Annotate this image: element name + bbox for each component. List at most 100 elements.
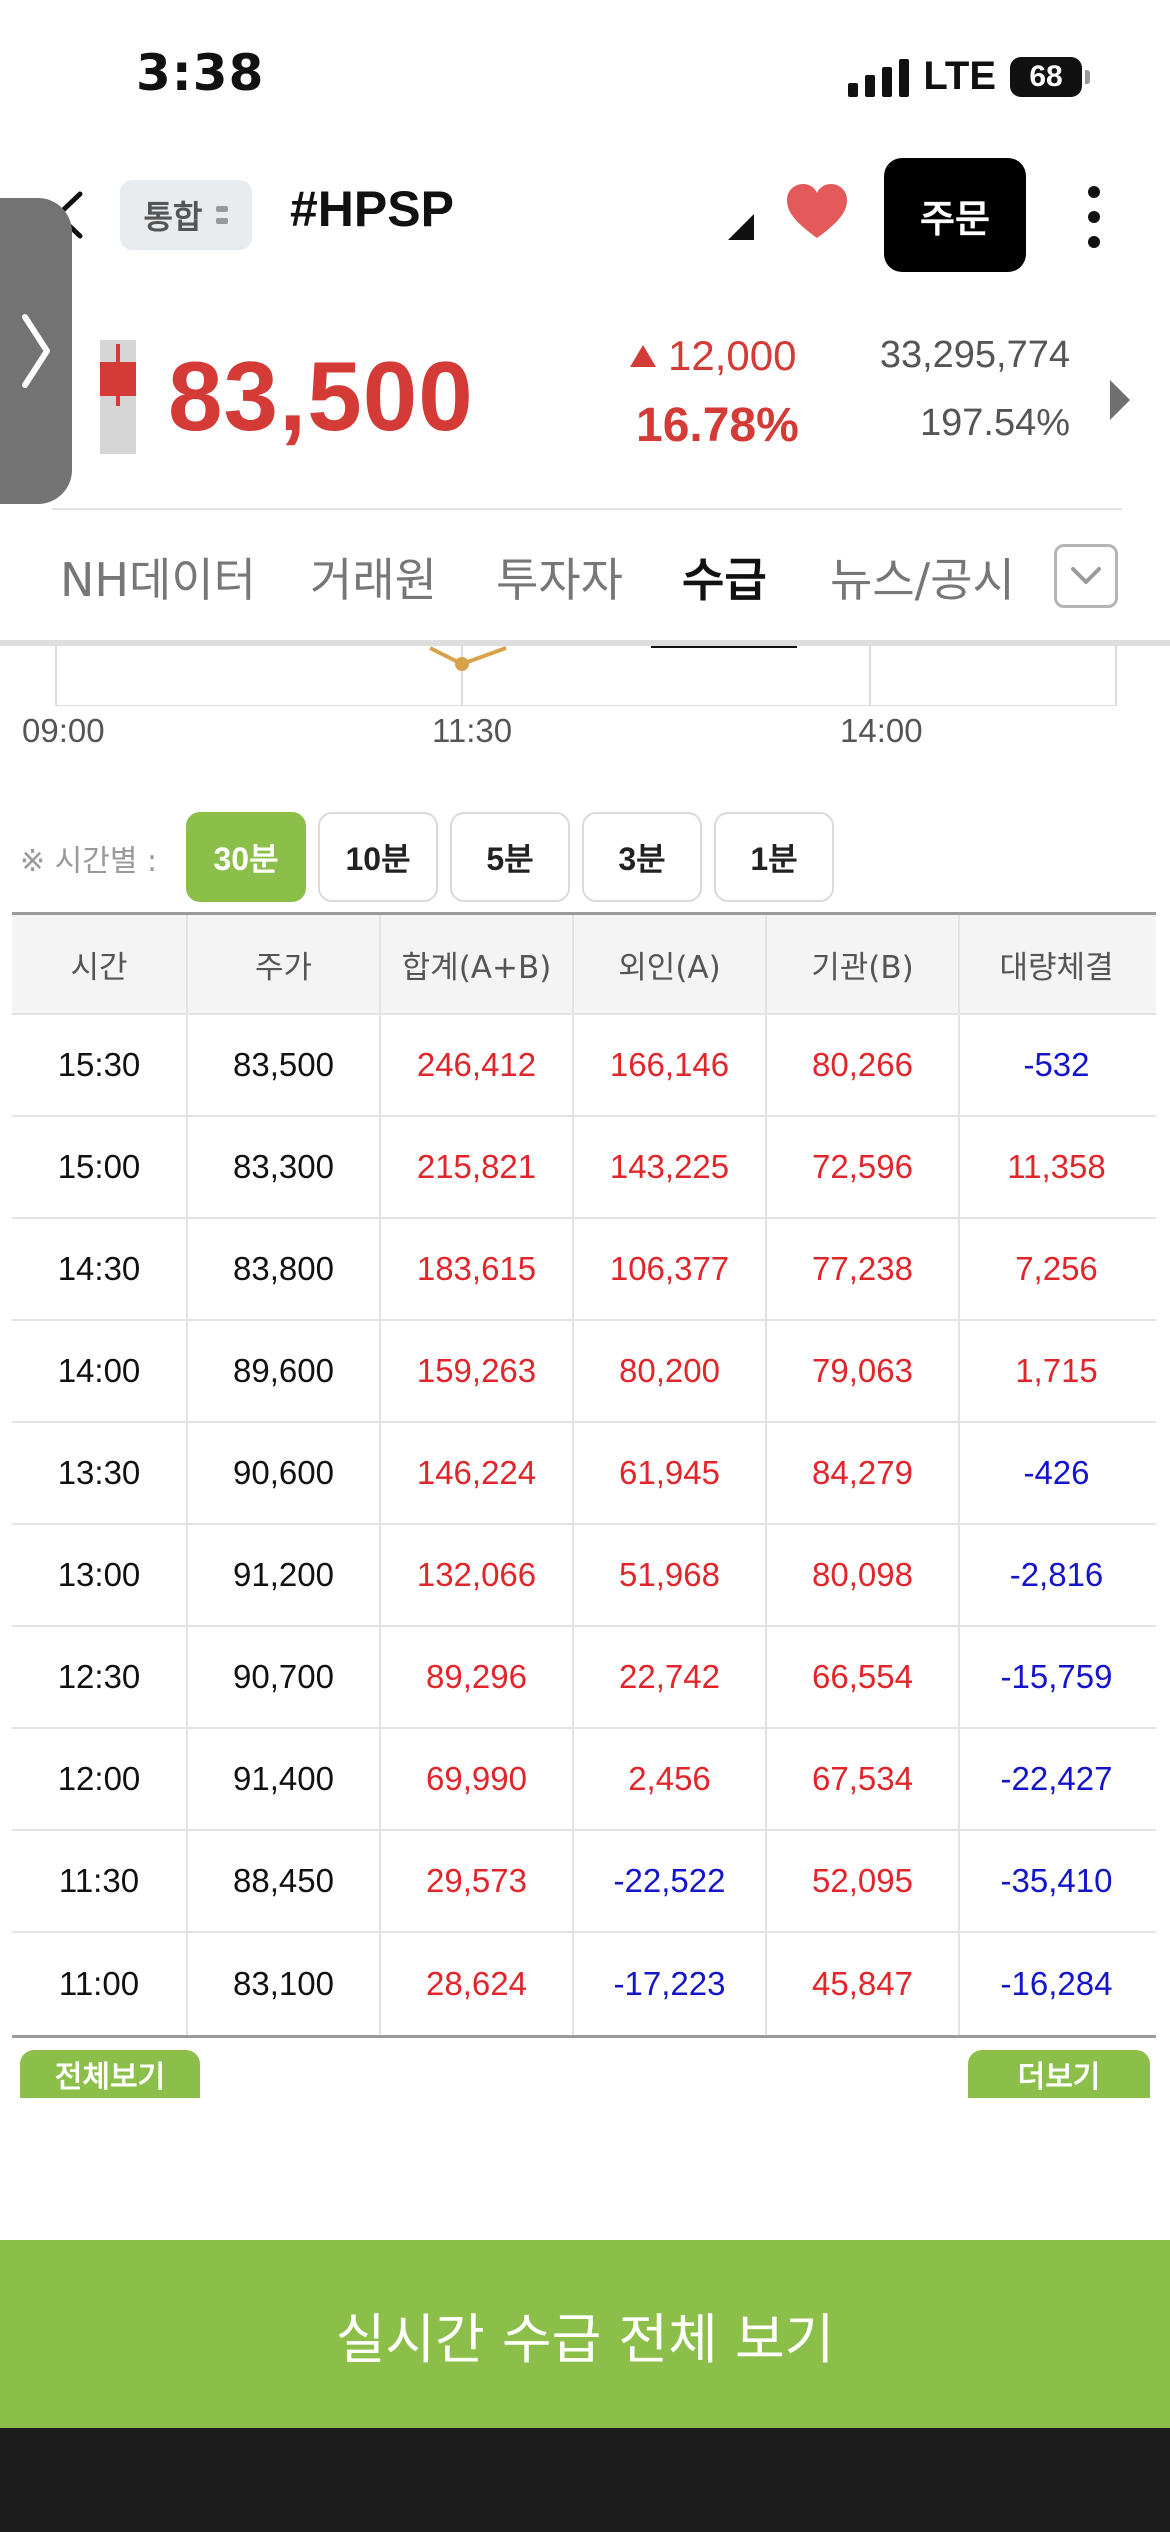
tab-news[interactable]: 뉴스/공시: [830, 544, 1015, 610]
status-indicators: LTE 68: [848, 54, 1090, 99]
up-triangle-icon: [630, 345, 656, 367]
table-cell: 14:00: [12, 1321, 188, 1421]
interval-5m-button[interactable]: 5분: [450, 812, 570, 902]
table-cell: 66,554: [767, 1627, 960, 1727]
table-header: 시간 주가 합계(A+B) 외인(A) 기관(B) 대량체결: [12, 915, 1156, 1015]
interval-3m-button[interactable]: 3분: [582, 812, 702, 902]
table-cell: 13:00: [12, 1525, 188, 1625]
table-cell: 83,300: [188, 1117, 381, 1217]
table-cell: 146,224: [381, 1423, 574, 1523]
table-cell: -2,816: [1009, 1556, 1104, 1593]
table-row: 11:00 83,100 28,624 -17,223 45,847 -16,284: [12, 1933, 1156, 2035]
table-cell: 45,847: [767, 1933, 960, 2035]
table-cell: 77,238: [767, 1219, 960, 1319]
stock-name[interactable]: #HPSP: [290, 180, 454, 238]
table-cell: 84,279: [767, 1423, 960, 1523]
table-cell: -426: [1023, 1454, 1090, 1491]
table-cell: 72,596: [767, 1117, 960, 1217]
table-row: 13:30 90,600 146,224 61,945 84,279 -426: [12, 1423, 1156, 1525]
column-header: 기관(B): [767, 915, 960, 1013]
table-cell: 246,412: [381, 1015, 574, 1115]
status-time: 3:38: [136, 44, 265, 102]
change-value: 12,000: [668, 332, 797, 379]
table-cell: -17,223: [574, 1933, 767, 2035]
table-cell: 7,256: [1015, 1250, 1098, 1287]
tab-expand-button[interactable]: [1054, 544, 1118, 608]
chevron-right-icon: [22, 314, 50, 388]
table-cell: 1,715: [1015, 1352, 1098, 1389]
interval-label: ※ 시간별 :: [20, 844, 158, 879]
table-cell: 89,600: [188, 1321, 381, 1421]
table-cell: 80,266: [767, 1015, 960, 1115]
table-cell: 90,700: [188, 1627, 381, 1727]
heart-icon[interactable]: [785, 182, 849, 242]
table-row: 11:30 88,450 29,573 -22,522 52,095 -35,410: [12, 1831, 1156, 1933]
table-cell: 132,066: [381, 1525, 574, 1625]
table-cell: 29,573: [381, 1831, 574, 1931]
chart-frame: [55, 646, 1117, 706]
chart-time-label: 09:00: [22, 712, 105, 749]
battery-icon: 68: [1010, 56, 1090, 97]
table-cell: 52,095: [767, 1831, 960, 1931]
table-row: 12:30 90,700 89,296 22,742 66,554 -15,759: [12, 1627, 1156, 1729]
column-header: 합계(A+B): [381, 915, 574, 1013]
table-row: 14:30 83,800 183,615 106,377 77,238 7,256: [12, 1219, 1156, 1321]
table-row: 15:00 83,300 215,821 143,225 72,596 11,358: [12, 1117, 1156, 1219]
column-header: 시간: [12, 915, 188, 1013]
table-cell: 15:00: [12, 1117, 188, 1217]
table-cell: 2,456: [574, 1729, 767, 1829]
table-cell: 89,296: [381, 1627, 574, 1727]
table-cell: 61,945: [574, 1423, 767, 1523]
tab-nh-data[interactable]: NH데이터: [60, 544, 256, 610]
table-cell: -22,427: [1000, 1760, 1113, 1797]
view-all-button[interactable]: 전체보기: [20, 2050, 200, 2098]
table-cell: 69,990: [381, 1729, 574, 1829]
network-label: LTE: [923, 54, 996, 98]
table-cell: 12:30: [12, 1627, 188, 1727]
menu-icon: [216, 206, 229, 224]
table-cell: 159,263: [381, 1321, 574, 1421]
tab-supply-demand[interactable]: 수급: [682, 544, 767, 610]
table-cell: 11,358: [1007, 1148, 1106, 1185]
table-cell: 106,377: [574, 1219, 767, 1319]
table-cell: 91,200: [188, 1525, 381, 1625]
table-cell: 11:30: [12, 1831, 188, 1931]
table-row: 13:00 91,200 132,066 51,968 80,098 -2,816: [12, 1525, 1156, 1627]
interval-10m-button[interactable]: 10분: [318, 812, 438, 902]
table-cell: 83,800: [188, 1219, 381, 1319]
table-cell: 28,624: [381, 1933, 574, 2035]
quote-panel: 83,500 12,000 16.78% 33,295,774 197.54%: [0, 290, 1170, 510]
tab-brokers[interactable]: 거래원: [310, 544, 437, 610]
price-change: 12,000: [630, 332, 796, 380]
more-vertical-icon[interactable]: [1086, 186, 1102, 248]
side-drawer-handle[interactable]: [0, 198, 72, 504]
tab-investors[interactable]: 투자자: [496, 544, 623, 610]
next-arrow-icon[interactable]: [1110, 380, 1130, 420]
interval-1m-button[interactable]: 1분: [714, 812, 834, 902]
table-row: 15:30 83,500 246,412 166,146 80,266 -532: [12, 1015, 1156, 1117]
market-badge[interactable]: 통합: [120, 180, 252, 250]
table-cell: -35,410: [1000, 1862, 1113, 1899]
table-cell: 14:30: [12, 1219, 188, 1319]
table-cell: -16,284: [1000, 1965, 1113, 2002]
table-cell: 91,400: [188, 1729, 381, 1829]
table-cell: -15,759: [1000, 1658, 1113, 1695]
bottom-bar: [0, 2428, 1170, 2532]
status-bar: 3:38 LTE 68: [0, 0, 1170, 150]
table-cell: 80,200: [574, 1321, 767, 1421]
tab-bar: NH데이터 거래원 투자자 수급 뉴스/공시: [0, 510, 1170, 648]
intraday-chart: 09:00 11:30 14:00: [0, 646, 1170, 756]
interval-30m-button[interactable]: 30분: [186, 812, 306, 902]
battery-level: 68: [1010, 56, 1082, 97]
table-cell: -22,522: [574, 1831, 767, 1931]
corner-triangle-icon: [728, 214, 754, 240]
table-cell: 83,500: [188, 1015, 381, 1115]
realtime-supply-button[interactable]: 실시간 수급 전체 보기: [0, 2240, 1170, 2428]
signal-icon: [848, 57, 910, 97]
order-button[interactable]: 주문: [884, 158, 1026, 272]
table-cell: 88,450: [188, 1831, 381, 1931]
table-cell: 183,615: [381, 1219, 574, 1319]
change-percent: 16.78%: [636, 399, 799, 452]
more-button[interactable]: 더보기: [968, 2050, 1150, 2098]
table-cell: 15:30: [12, 1015, 188, 1115]
